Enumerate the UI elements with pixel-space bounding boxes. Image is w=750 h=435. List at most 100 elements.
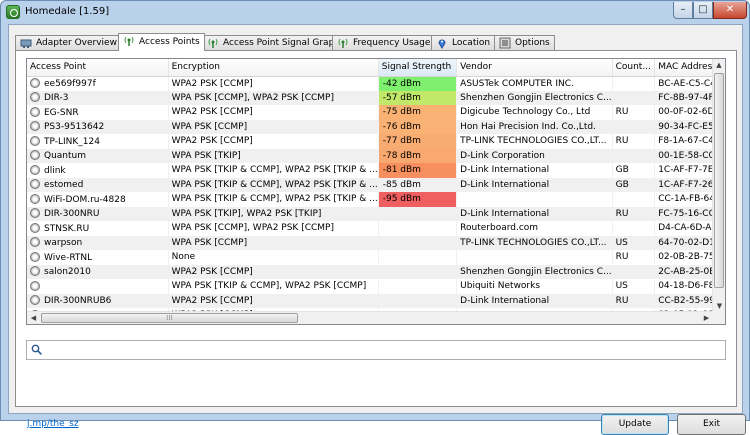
client-area: Adapter Overview Access Points Access Po… [8,24,746,435]
table-row[interactable]: DIR-300NRUB6 WPA2 PSK [CCMP] D-Link Intern… [27,293,725,308]
access-point-icon [30,193,40,204]
cell-encryption: WPA PSK [CCMP], WPA2 PSK [CCMP] [168,90,379,105]
horizontal-scrollbar[interactable]: ◀ ⁞⁞⁞ ▶ [27,311,713,324]
table-row[interactable]: ee569f997f WPA2 PSK [CCMP] -42 dBm ASUSTek … [27,76,725,91]
cell-country [612,76,656,91]
cell-vendor: Shenzhen Gongjin Electronics C... [456,90,613,105]
table-row[interactable]: WiFi-DOM.ru-4828 WPA PSK [TKIP & CCMP], W… [27,192,725,207]
table-row[interactable]: EG-SNR WPA2 PSK [CCMP] -75 dBm Digicube Tec… [27,105,725,120]
cell-encryption: WPA PSK [CCMP] [168,119,379,134]
table-row[interactable]: PS3-9513642 WPA PSK [CCMP] -76 dBm Hon Hai … [27,119,725,134]
update-button[interactable]: Update [601,414,669,435]
table-row[interactable]: warpson WPA PSK [CCMP] TP-LINK TECHNOLOGIE… [27,235,725,250]
cell-encryption: WPA PSK [TKIP & CCMP], WPA2 PSK [TKIP & … [168,177,379,192]
location-pin-icon [436,37,448,49]
cell-signal-strength [378,250,458,265]
search-icon [31,344,42,355]
tab-adapter-overview[interactable]: Adapter Overview [15,35,122,50]
access-point-name: Quantum [44,151,87,162]
table-row[interactable]: DIR-3 WPA PSK [CCMP], WPA2 PSK [CCMP] -57 … [27,90,725,105]
cell-vendor: D-Link International [456,163,613,178]
cell-vendor: D-Link Corporation [456,148,613,163]
cell-access-point: warpson [27,235,169,250]
cell-encryption: WPA PSK [TKIP & CCMP], WPA2 PSK [CCMP] [168,279,379,294]
cell-vendor: Hon Hai Precision Ind. Co.,Ltd. [456,119,613,134]
cell-vendor: Routerboard.com [456,221,613,236]
access-point-name: WiFi-DOM.ru-4828 [44,194,126,205]
access-point-name: PS3-9513642 [44,122,105,133]
cell-access-point: Quantum [27,148,169,163]
tab-location[interactable]: Location [431,35,496,50]
table-row[interactable]: TP-LINK_124 WPA2 PSK [CCMP] -77 dBm TP-LINK… [27,134,725,149]
cell-access-point: DIR-300NRU [27,206,169,221]
cell-country: RU [612,105,656,120]
tab-frequency-usage[interactable]: Frequency Usage [332,35,436,50]
table-row[interactable]: WPA PSK [TKIP & CCMP], WPA2 PSK [CCMP] Ub… [27,279,725,294]
access-point-icon [30,280,40,291]
tab-label: Location [452,38,491,48]
tab-access-point-signal-graph[interactable]: Access Point Signal Graph [202,35,345,50]
table-row[interactable]: salon2010 WPA2 PSK [CCMP] Shenzhen Gongjin… [27,264,725,279]
access-points-table[interactable]: Access Point Encryption Signal Strength … [26,58,726,325]
access-point-name: DIR-300NRUB6 [44,296,112,307]
cell-vendor: TP-LINK TECHNOLOGIES CO.,LT... [456,235,613,250]
table-row[interactable]: Wive-RTNL None RU 02-0B-2B-75-5 [27,250,725,265]
vertical-scrollbar[interactable]: ▲ ▼ [712,59,725,313]
cell-vendor: D-Link International [456,177,613,192]
column-header-vendor[interactable]: Vendor [456,59,613,77]
minimize-button[interactable]: – [673,2,693,19]
cell-signal-strength [378,221,458,236]
maximize-button[interactable]: □ [693,2,713,19]
cell-country [612,192,656,207]
column-header-signal-strength[interactable]: Signal Strength [378,59,458,77]
tab-label: Access Points [139,37,200,47]
table-header-row: Access Point Encryption Signal Strength … [27,59,725,77]
cell-signal-strength: -42 dBm [378,76,458,91]
access-point-icon [30,251,40,262]
cell-access-point: ee569f997f [27,76,169,91]
table-row[interactable]: dlink WPA PSK [TKIP & CCMP], WPA2 PSK [TK… [27,163,725,178]
access-point-icon [30,135,40,146]
cell-country [612,119,656,134]
cell-signal-strength [378,264,458,279]
ap-table: Access Point Encryption Signal Strength … [27,59,725,323]
tab-access-points[interactable]: Access Points [118,33,205,51]
cell-country: US [612,279,656,294]
access-point-icon [30,78,40,88]
scrollbar-corner [712,311,725,324]
table-row[interactable]: DIR-300NRU WPA PSK [TKIP], WPA2 PSK [TKIP… [27,206,725,221]
close-button[interactable]: ✕ [713,2,747,19]
horizontal-scroll-thumb[interactable]: ⁞⁞⁞ [41,313,298,323]
scroll-left-arrow-icon[interactable]: ◀ [27,312,40,324]
cell-encryption: WPA PSK [TKIP] [168,148,379,163]
cell-signal-strength: -95 dBm [378,192,458,207]
scroll-up-arrow-icon[interactable]: ▲ [713,59,725,72]
cell-encryption: WPA2 PSK [CCMP] [168,134,379,149]
tab-label: Frequency Usage [353,38,431,48]
tab-options[interactable]: Options [494,35,555,50]
title-bar[interactable]: Homedale [1.59] – □ ✕ [1,1,749,23]
cell-vendor: Shenzhen Gongjin Electronics C... [456,264,613,279]
access-point-icon [30,92,40,103]
cell-country [612,221,656,236]
cell-access-point: salon2010 [27,264,169,279]
cell-country: RU [612,134,656,149]
cell-encryption: WPA PSK [TKIP & CCMP], WPA2 PSK [TKIP & … [168,163,379,178]
column-header-encryption[interactable]: Encryption [168,59,379,77]
table-row[interactable]: STNSK.RU WPA PSK [CCMP], WPA2 PSK [CCMP] R… [27,221,725,236]
column-header-country[interactable]: Count... [612,59,656,77]
access-point-icon [30,208,40,219]
table-row[interactable]: estomed WPA PSK [TKIP & CCMP], WPA2 PSK [… [27,177,725,192]
vertical-scroll-thumb[interactable] [714,73,724,288]
tab-label: Access Point Signal Graph [223,38,340,48]
cell-encryption: WPA PSK [TKIP & CCMP], WPA2 PSK [TKIP & … [168,192,379,207]
search-box[interactable] [26,340,726,360]
cell-signal-strength: -75 dBm [378,105,458,120]
table-row[interactable]: Quantum WPA PSK [TKIP] -78 dBm D-Link Corpo… [27,148,725,163]
search-input[interactable] [49,342,719,358]
access-point-icon [30,164,40,175]
network-adapter-icon [20,37,32,49]
cell-signal-strength: -85 dBm [378,177,458,192]
exit-button[interactable]: Exit [677,414,746,435]
column-header-access-point[interactable]: Access Point [27,59,169,77]
